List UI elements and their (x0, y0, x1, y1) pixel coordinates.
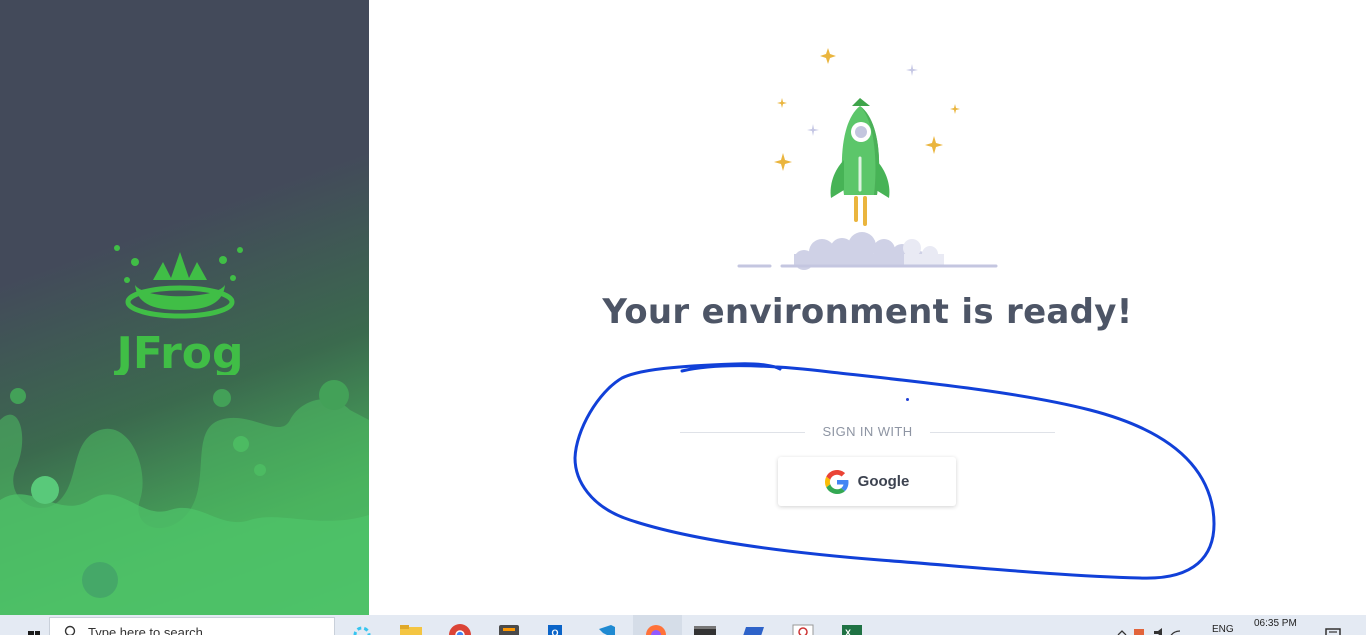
google-icon (824, 469, 849, 494)
main-content: Your environment is ready! SIGN IN WITH … (369, 0, 1366, 615)
google-sign-in-button[interactable]: Google (778, 457, 956, 506)
sign-in-with-label: SIGN IN WITH (822, 424, 913, 439)
taskbar-search-box[interactable]: Type here to search (49, 617, 335, 635)
app-window: JFrog Your environment is ready! SIGN IN… (0, 0, 1366, 615)
language-indicator[interactable]: ENG (1212, 624, 1234, 635)
system-tray-icons[interactable] (1112, 623, 1182, 635)
search-icon (64, 625, 76, 635)
sign-in-divider: SIGN IN WITH (680, 424, 1055, 442)
outlook-icon[interactable]: O (546, 623, 570, 635)
windows-taskbar: Type here to search O X ENG 06:35 PM (0, 615, 1366, 635)
notifications-icon[interactable] (1322, 623, 1346, 635)
terminal-icon[interactable] (693, 623, 717, 635)
firefox-icon[interactable] (644, 623, 668, 635)
powershell-icon[interactable] (742, 623, 766, 635)
page-title: Your environment is ready! (602, 292, 1133, 332)
divider-line-right (930, 432, 1055, 433)
divider-line-left (680, 432, 805, 433)
google-button-label: Google (857, 473, 910, 490)
rocket-launch-illustration (737, 48, 998, 270)
file-explorer-icon[interactable] (399, 623, 423, 635)
windows-start-icon[interactable] (10, 623, 40, 635)
chrome-icon[interactable] (448, 623, 472, 635)
jfrog-wordmark: JFrog (113, 328, 243, 375)
svg-text:O: O (551, 628, 558, 635)
jfrog-logo: JFrog (113, 245, 244, 375)
svg-text:X: X (845, 628, 851, 635)
recorder-icon[interactable] (791, 623, 815, 635)
search-placeholder: Type here to search (88, 625, 203, 635)
excel-icon[interactable]: X (840, 623, 864, 635)
brand-panel: JFrog (0, 0, 369, 615)
slack-icon[interactable] (350, 623, 374, 635)
clock-time[interactable]: 06:35 PM (1254, 618, 1297, 629)
vscode-icon[interactable] (595, 623, 619, 635)
sublime-text-icon[interactable] (497, 623, 521, 635)
stray-dot (906, 398, 909, 401)
